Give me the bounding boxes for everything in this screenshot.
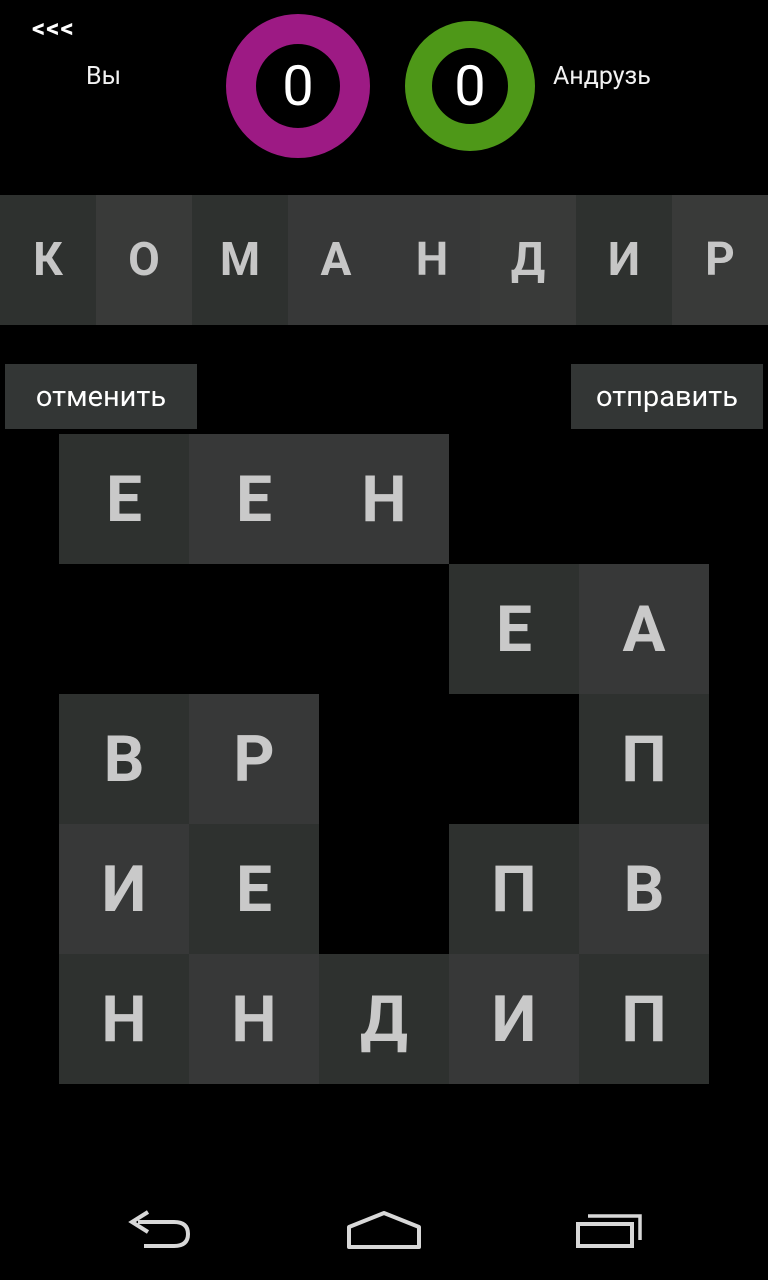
word-letter[interactable]: О: [96, 195, 192, 325]
board-tile[interactable]: Е: [189, 434, 319, 564]
score-you-value: 0: [282, 53, 314, 119]
score-you: 0: [226, 14, 370, 158]
score-opponent: 0: [405, 21, 535, 151]
word-letter[interactable]: К: [0, 195, 96, 325]
score-opponent-value: 0: [454, 53, 486, 119]
word-letter[interactable]: И: [576, 195, 672, 325]
board-tile[interactable]: Н: [319, 434, 449, 564]
board-tile[interactable]: И: [449, 954, 579, 1084]
recent-apps-icon: [576, 1214, 642, 1248]
current-word: К О М А Н Д И Р: [0, 195, 768, 325]
board-tile[interactable]: А: [579, 564, 709, 694]
word-letter[interactable]: Н: [384, 195, 480, 325]
board-tile[interactable]: Р: [189, 694, 319, 824]
board-tile[interactable]: Н: [189, 954, 319, 1084]
back-arrow-icon: [128, 1210, 191, 1248]
navigation-bar: [0, 1180, 768, 1280]
board-tile[interactable]: В: [59, 694, 189, 824]
cancel-button[interactable]: отменить: [5, 364, 197, 429]
player-opponent-label: Андрузь: [553, 62, 651, 91]
board-tile[interactable]: П: [449, 824, 579, 954]
word-letter[interactable]: Р: [672, 195, 768, 325]
back-button[interactable]: <<<: [32, 14, 75, 44]
nav-back-button[interactable]: [90, 1180, 230, 1280]
board-tile[interactable]: Е: [59, 434, 189, 564]
board-tile[interactable]: И: [59, 824, 189, 954]
nav-recent-apps-button[interactable]: [540, 1180, 680, 1280]
board-tile[interactable]: П: [579, 954, 709, 1084]
board-tile[interactable]: Д: [319, 954, 449, 1084]
word-letter[interactable]: А: [288, 195, 384, 325]
board-tile[interactable]: Н: [59, 954, 189, 1084]
send-button[interactable]: отправить: [571, 364, 763, 429]
board-tile[interactable]: Е: [189, 824, 319, 954]
player-you-label: Вы: [86, 62, 121, 91]
word-letter[interactable]: М: [192, 195, 288, 325]
home-icon: [347, 1211, 421, 1249]
board-tile[interactable]: П: [579, 694, 709, 824]
word-letter[interactable]: Д: [480, 195, 576, 325]
board-tile[interactable]: Е: [449, 564, 579, 694]
board-tile[interactable]: В: [579, 824, 709, 954]
nav-home-button[interactable]: [314, 1180, 454, 1280]
